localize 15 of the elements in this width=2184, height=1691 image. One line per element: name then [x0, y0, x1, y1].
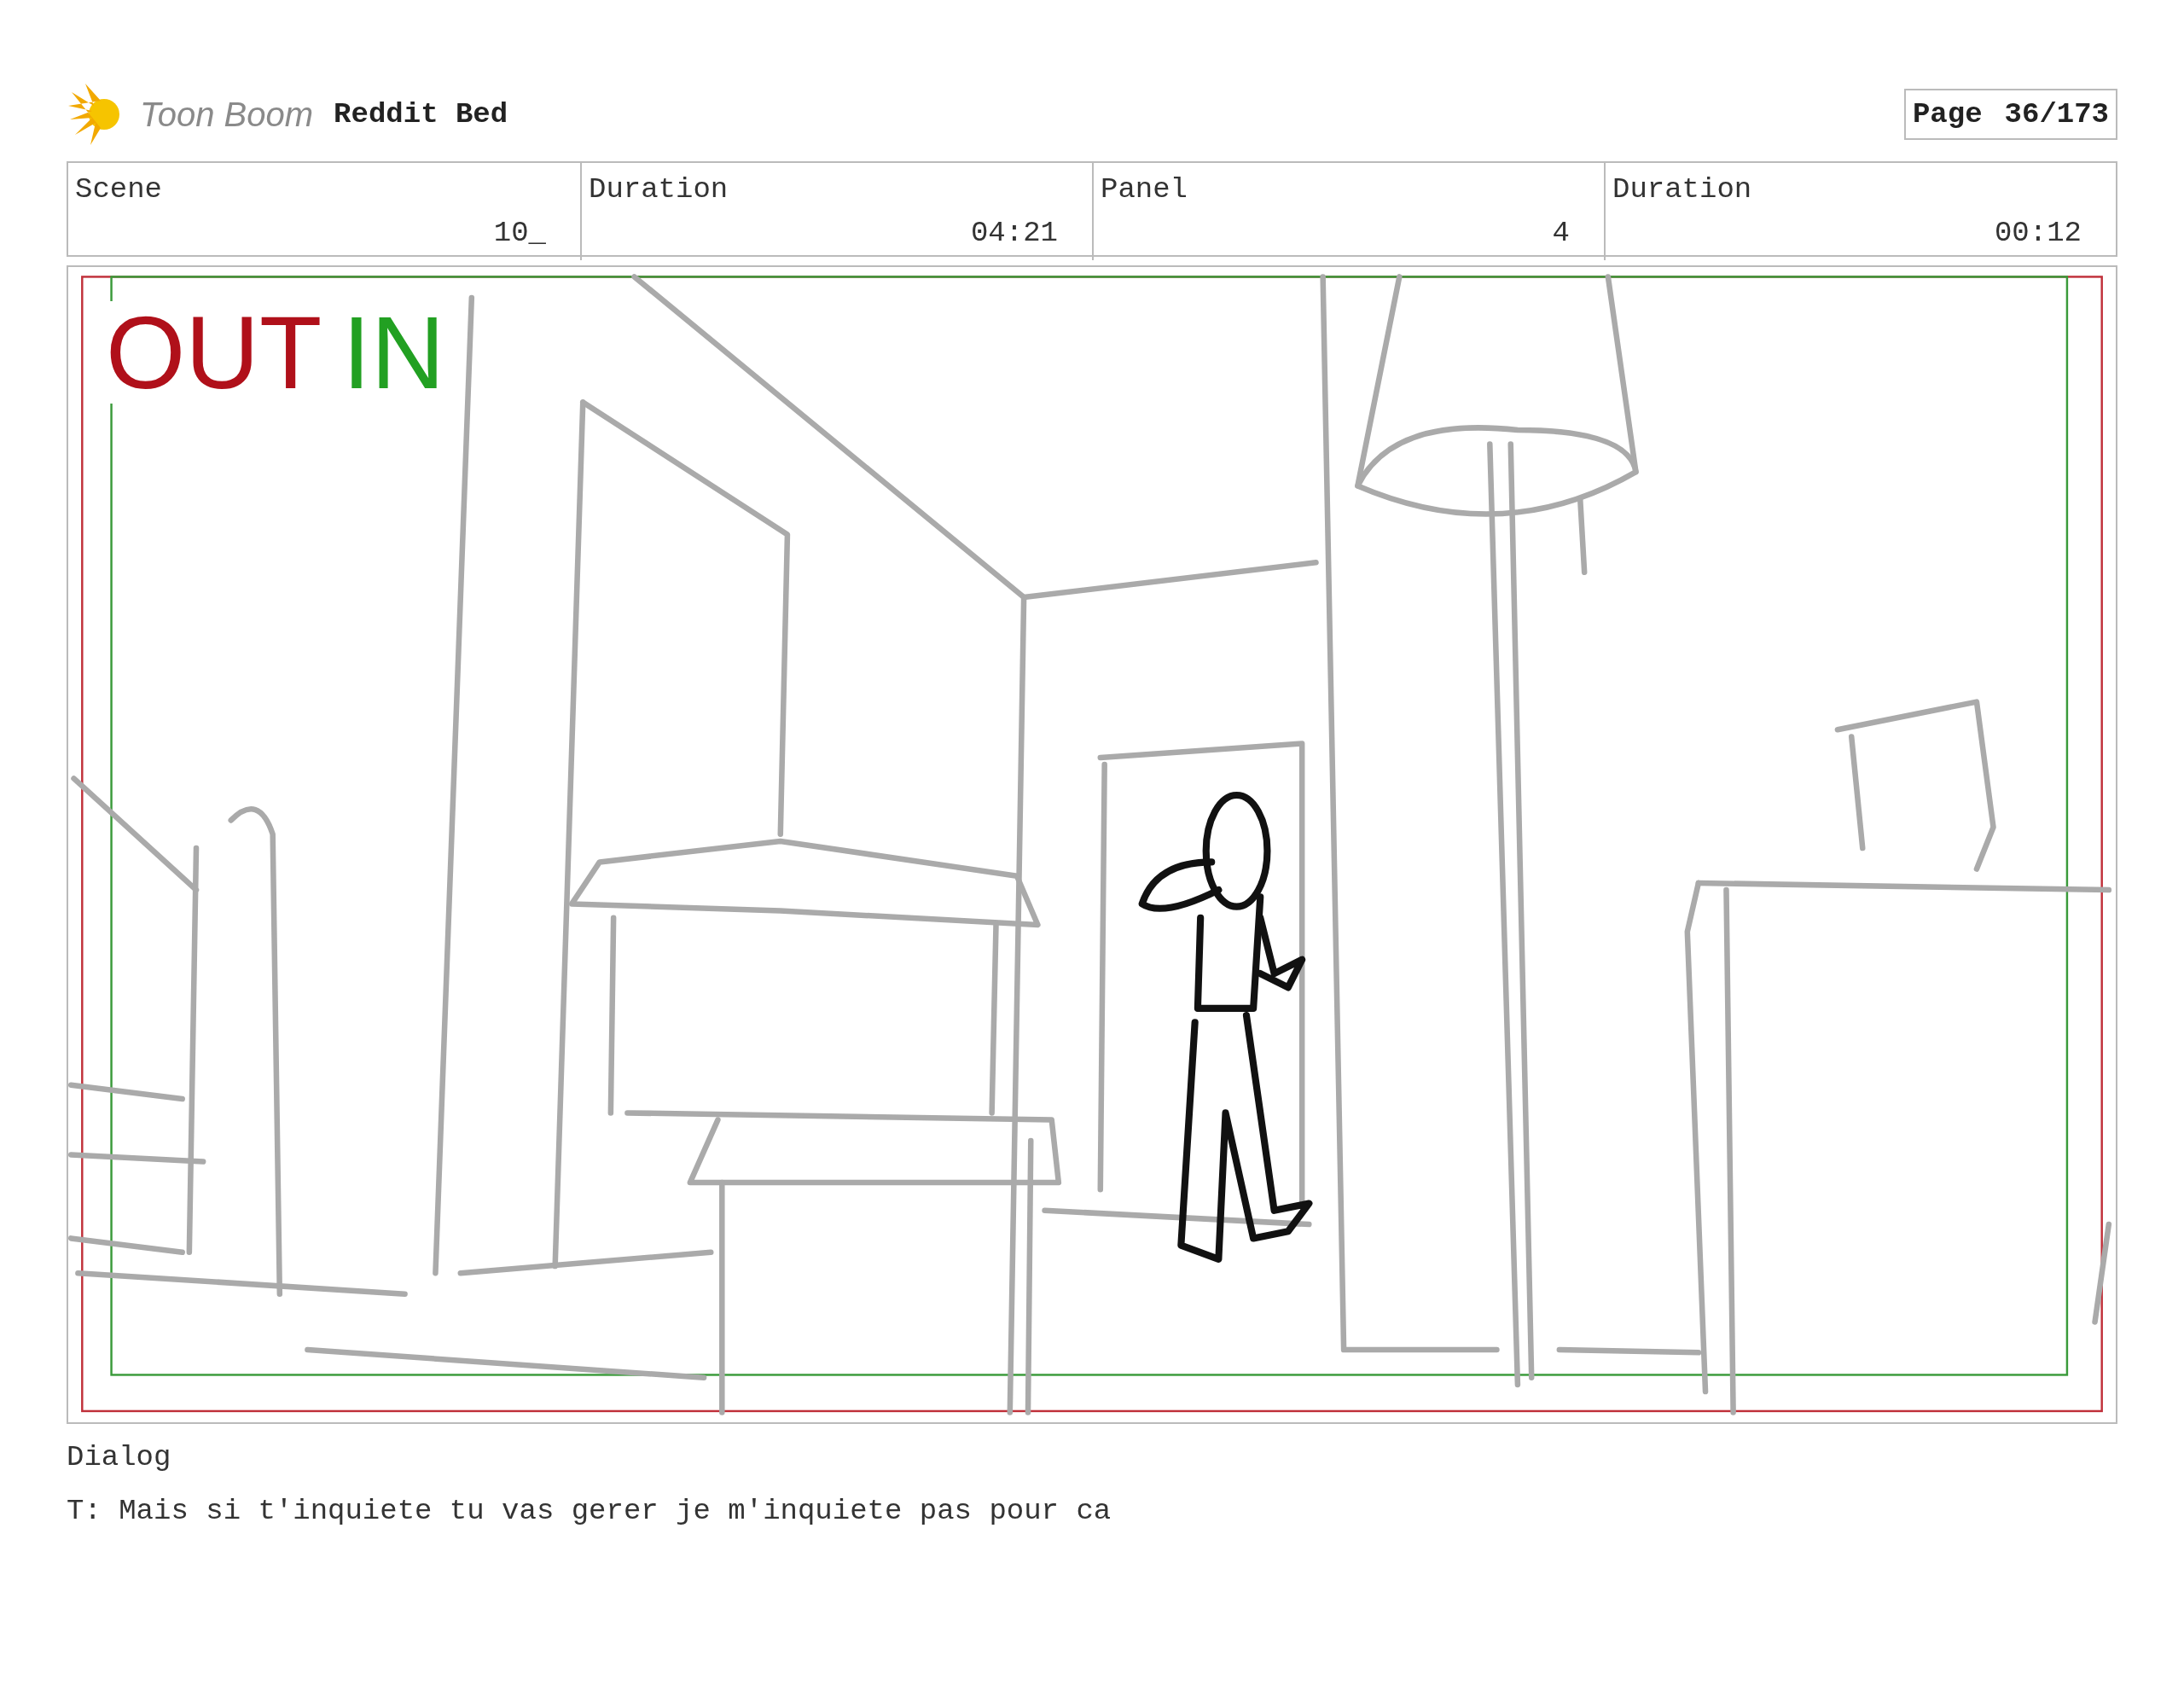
info-label: Scene — [75, 172, 164, 207]
dialog-label: Dialog — [67, 1440, 172, 1475]
info-label: Duration — [1612, 172, 1753, 207]
dialog-text: T: Mais si t'inquiete tu vas gerer je m'inquiete pas pour ca — [67, 1494, 1112, 1529]
info-value: 00:12 — [1994, 216, 2082, 251]
info-value: 10_ — [493, 216, 546, 251]
info-label: Duration — [589, 172, 729, 207]
page-indicator: Page 36/173 — [1903, 89, 2117, 140]
storyboard-title: Reddit Bed — [334, 96, 508, 132]
info-label: Panel — [1101, 172, 1189, 207]
logo-text: Toon Boom — [140, 95, 314, 135]
info-value: 04:21 — [970, 216, 1058, 251]
out-overlay-label: OUT — [106, 301, 322, 404]
in-overlay-label: IN — [342, 301, 445, 404]
info-value: 4 — [1552, 216, 1570, 251]
